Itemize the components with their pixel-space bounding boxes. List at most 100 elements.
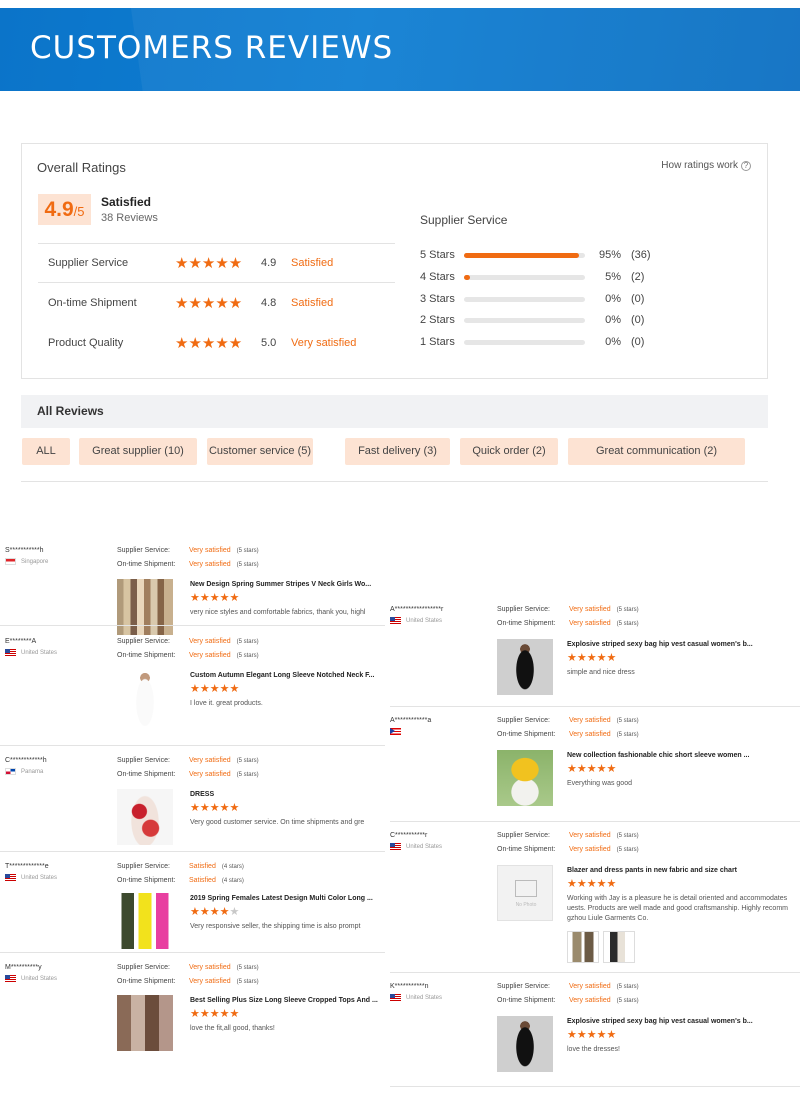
shipment-value: Very satisfied: [569, 731, 611, 738]
review-photo-thumbnail[interactable]: [603, 931, 635, 963]
review-comment: Very good customer service. On time ship…: [190, 819, 365, 826]
country-flag-icon: [5, 975, 16, 982]
product-title[interactable]: Explosive striped sexy bag hip vest casu…: [567, 1018, 753, 1025]
star-icon: ★: [199, 592, 210, 604]
supplier-service-stars: (5 stars): [616, 833, 639, 839]
reviewer-name: A************a: [390, 717, 432, 724]
review-item: E********A United States Supplier Service:…: [0, 638, 385, 758]
shipment-key: On-time Shipment:: [497, 846, 556, 853]
supplier-service-stars: (4 stars): [221, 864, 244, 870]
review-comment: I love it. great products.: [190, 700, 263, 707]
product-thumbnail[interactable]: [117, 893, 173, 949]
review-count: 38 Reviews: [101, 212, 158, 224]
supplier-service-stars: (5 stars): [236, 965, 259, 971]
help-icon[interactable]: ?: [741, 161, 751, 171]
reviewer-name: S***********h: [5, 547, 44, 554]
review-comment: uests. Products are well made and good c…: [567, 905, 788, 912]
rating-row-label: Product Quality: [48, 337, 124, 349]
breakdown-count: (36): [631, 249, 651, 261]
supplier-service-key: Supplier Service:: [117, 547, 170, 554]
product-thumbnail[interactable]: [117, 579, 173, 635]
star-icon: ★: [229, 683, 240, 695]
shipment-stars: (5 stars): [236, 979, 259, 985]
supplier-service-line: Supplier Service: Very satisfied (5 stars): [117, 544, 259, 558]
supplier-service-line: Supplier Service: Very satisfied (5 stars): [117, 754, 259, 768]
star-icon: ★: [567, 652, 577, 664]
star-level-label: 4 Stars: [420, 271, 455, 283]
overall-score: 4.9: [44, 198, 74, 221]
shipment-value: Very satisfied: [189, 652, 231, 659]
shipment-line: On-time Shipment: Very satisfied (5 stars): [117, 649, 259, 663]
star-icon: ★: [199, 683, 210, 695]
review-ratings: Supplier Service: Very satisfied (5 stars)…: [117, 961, 259, 989]
reviewer-country: United States: [390, 617, 442, 624]
product-title[interactable]: New collection fashionable chic short sl…: [567, 752, 749, 759]
star-icon: ★: [596, 878, 607, 890]
product-thumbnail[interactable]: [497, 750, 553, 806]
how-ratings-work-link[interactable]: How ratings work?: [661, 160, 751, 171]
country-name: United States: [406, 843, 443, 850]
filter-tag[interactable]: Quick order (2): [460, 438, 558, 465]
breakdown-count: (0): [631, 336, 645, 348]
country-name: United States: [21, 649, 58, 656]
star-rating: ★★★★★: [175, 335, 243, 352]
shipment-stars: (5 stars): [616, 998, 639, 1004]
star-icon: ★: [576, 652, 587, 664]
star-icon: ★: [576, 878, 587, 890]
review-item: K***********n United States Supplier Servi…: [385, 983, 800, 1091]
rating-text: Satisfied: [291, 257, 334, 269]
shipment-stars: (4 stars): [221, 878, 244, 884]
rating-row-on-time-shipment: On-time Shipment ★★★★★ 4.8 Satisfied: [38, 283, 395, 323]
review-comment: Very responsive seller, the shipping tim…: [190, 923, 361, 930]
product-title[interactable]: Blazer and dress pants in new fabric and…: [567, 867, 737, 874]
filter-tag[interactable]: Great supplier (10): [79, 438, 197, 465]
review-divider: [0, 952, 385, 953]
review-item: A*****************r United States Supplier…: [385, 606, 800, 726]
country-flag-icon: [390, 617, 401, 624]
product-thumbnail[interactable]: No Photo: [497, 865, 553, 921]
reviewer-country: United States: [5, 874, 57, 881]
shipment-value: Very satisfied: [189, 978, 231, 985]
star-icon: ★: [586, 652, 597, 664]
breakdown-bar-fill: [464, 252, 579, 258]
reviewer-country: United States: [5, 975, 57, 982]
review-item: C************h Panama Supplier Service: Ver…: [0, 757, 385, 877]
filter-tag[interactable]: ALL: [22, 438, 70, 465]
product-title[interactable]: 2019 Spring Females Latest Design Multi …: [190, 895, 373, 902]
supplier-service-value: Very satisfied: [569, 717, 611, 724]
filter-tag[interactable]: Great communication (2): [568, 438, 745, 465]
product-title[interactable]: Best Selling Plus Size Long Sleeve Cropp…: [190, 997, 378, 1004]
shipment-value: Very satisfied: [569, 846, 611, 853]
product-thumbnail[interactable]: [497, 639, 553, 695]
product-thumbnail[interactable]: [117, 995, 173, 1051]
product-thumbnail[interactable]: [117, 789, 173, 845]
product-title[interactable]: Explosive striped sexy bag hip vest casu…: [567, 641, 753, 648]
breakdown-bar-track: [464, 274, 585, 280]
product-thumbnail[interactable]: [117, 670, 173, 726]
star-icon: ★: [199, 906, 210, 918]
product-title[interactable]: Custom Autumn Elegant Long Sleeve Notche…: [190, 672, 375, 679]
filter-tag[interactable]: Fast delivery (3): [345, 438, 450, 465]
review-photo-thumbnail[interactable]: [567, 931, 599, 963]
breakdown-bar-track: [464, 252, 585, 258]
country-flag-icon: [5, 768, 16, 775]
product-thumbnail[interactable]: [497, 1016, 553, 1072]
filter-tag[interactable]: Customer service (5): [207, 438, 313, 465]
reviews-panel-left: S***********h Singapore Supplier Service: V…: [0, 533, 385, 1073]
supplier-service-value: Very satisfied: [569, 832, 611, 839]
shipment-key: On-time Shipment:: [497, 997, 556, 1004]
product-title[interactable]: New Design Spring Summer Stripes V Neck …: [190, 581, 371, 588]
review-item: A************a Supplier Service: Very sati…: [385, 717, 800, 837]
overall-score-badge: 4.9/5: [38, 194, 91, 225]
reviewer-name: C***********r: [390, 832, 428, 839]
star-icon: ★: [567, 878, 577, 890]
star-icon: ★: [567, 763, 577, 775]
product-title[interactable]: DRESS: [190, 791, 214, 798]
review-ratings: Supplier Service: Very satisfied (5 stars)…: [117, 544, 259, 572]
reviewer-country: United States: [5, 649, 57, 656]
reviewer-name: T*************e: [5, 863, 49, 870]
shipment-line: On-time Shipment: Very satisfied (5 stars): [117, 975, 259, 989]
breakdown-percent: 0%: [605, 336, 621, 348]
no-photo-label: No Photo: [515, 902, 537, 908]
review-ratings: Supplier Service: Very satisfied (5 stars)…: [497, 603, 639, 631]
